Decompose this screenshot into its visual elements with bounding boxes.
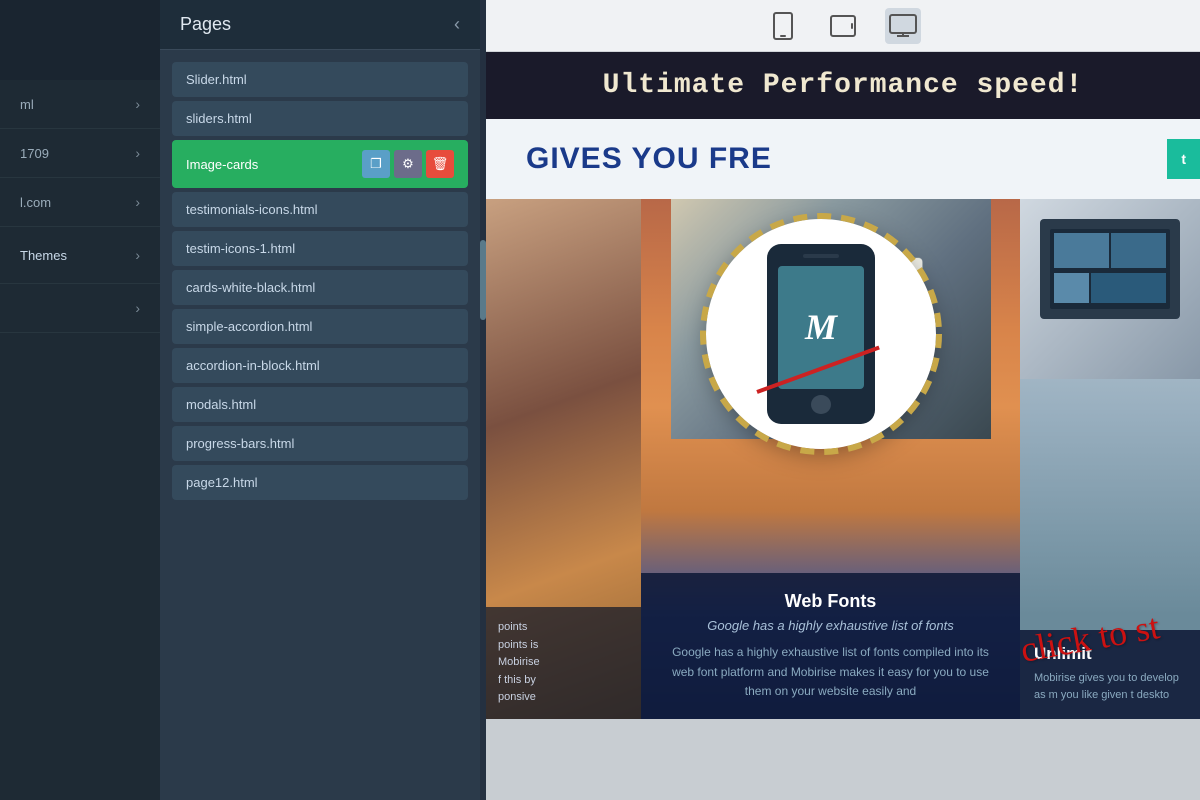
sidebar-item-1[interactable]: ml ›: [0, 80, 160, 129]
phone-overlay: M: [706, 219, 936, 449]
center-card-subtitle: Google has a highly exhaustive list of f…: [661, 618, 1000, 633]
center-card-overlay: Web Fonts Google has a highly exhaustive…: [641, 573, 1020, 719]
chevron-right-icon-5: ›: [135, 300, 140, 316]
page-item-progress-bars-label: progress-bars.html: [186, 436, 294, 451]
center-card-title: Web Fonts: [661, 591, 1000, 612]
sidebar-item-3[interactable]: l.com ›: [0, 178, 160, 227]
page-item-modals-label: modals.html: [186, 397, 256, 412]
desktop-view-button[interactable]: [885, 8, 921, 44]
page-item-progress-bars[interactable]: progress-bars.html: [172, 426, 468, 461]
website-banner: Ultimate Performance speed!: [486, 52, 1200, 119]
page-item-slider[interactable]: Slider.html: [172, 62, 468, 97]
page-item-simple-accordion[interactable]: simple-accordion.html: [172, 309, 468, 344]
sidebar-item-2[interactable]: 1709 ›: [0, 129, 160, 178]
sidebar-item-themes[interactable]: Themes ›: [0, 227, 160, 284]
main-preview: Ultimate Performance speed! GIVES YOU FR…: [486, 0, 1200, 800]
phone-screen-label: M: [805, 306, 837, 348]
chevron-right-icon-1: ›: [135, 96, 140, 112]
sidebar-item-5[interactable]: ›: [0, 284, 160, 333]
preview-website: Ultimate Performance speed! GIVES YOU FR…: [486, 52, 1200, 800]
settings-page-button[interactable]: ⚙: [394, 150, 422, 178]
page-item-page12-label: page12.html: [186, 475, 258, 490]
page-item-image-cards-label: Image-cards: [186, 157, 258, 172]
page-item-testim-icons-1[interactable]: testim-icons-1.html: [172, 231, 468, 266]
pages-list: Slider.html sliders.html Image-cards ❐ ⚙…: [160, 50, 480, 800]
phone-home-button: [811, 395, 831, 414]
sidebar-item-2-label: 1709: [20, 146, 49, 161]
cards-row: points points is Mobirise f this by pons…: [486, 199, 1200, 719]
page-item-page12[interactable]: page12.html: [172, 465, 468, 500]
page-item-cards-white-black[interactable]: cards-white-black.html: [172, 270, 468, 305]
right-card-body: Mobirise gives you to develop as m you l…: [1034, 670, 1186, 705]
pages-close-button[interactable]: ‹: [454, 14, 460, 35]
delete-page-button[interactable]: 🗑: [426, 150, 454, 178]
left-sidebar: ml › 1709 › l.com › Themes › ›: [0, 0, 160, 800]
pages-title: Pages: [180, 14, 231, 35]
page-item-testimonials-icons[interactable]: testimonials-icons.html: [172, 192, 468, 227]
page-item-testimonials-icons-label: testimonials-icons.html: [186, 202, 318, 217]
page-item-sliders-label: sliders.html: [186, 111, 252, 126]
page-item-sliders[interactable]: sliders.html: [172, 101, 468, 136]
toolbar: [486, 0, 1200, 52]
teal-button[interactable]: t: [1167, 139, 1200, 179]
page-item-modals[interactable]: modals.html: [172, 387, 468, 422]
page-item-accordion-in-block-label: accordion-in-block.html: [186, 358, 320, 373]
page-item-accordion-in-block[interactable]: accordion-in-block.html: [172, 348, 468, 383]
sidebar-item-1-label: ml: [20, 97, 34, 112]
hero-title: GIVES YOU FRE: [526, 142, 772, 176]
preview-content: Ultimate Performance speed! GIVES YOU FR…: [486, 52, 1200, 800]
page-item-actions: ❐ ⚙ 🗑: [362, 150, 454, 178]
chevron-right-icon-4: ›: [135, 247, 140, 263]
phone-speaker: [803, 254, 839, 258]
page-item-image-cards[interactable]: Image-cards ❐ ⚙ 🗑: [172, 140, 468, 188]
left-card: points points is Mobirise f this by pons…: [486, 199, 641, 719]
tablet-view-button[interactable]: [825, 8, 861, 44]
mobile-view-button[interactable]: [765, 8, 801, 44]
copy-page-button[interactable]: ❐: [362, 150, 390, 178]
banner-text: Ultimate Performance speed!: [603, 70, 1084, 101]
chevron-right-icon-2: ›: [135, 145, 140, 161]
pages-header: Pages ‹: [160, 0, 480, 50]
pages-panel: Pages ‹ Slider.html sliders.html Image-c…: [160, 0, 480, 800]
page-item-slider-label: Slider.html: [186, 72, 247, 87]
phone-mockup: M: [767, 244, 875, 424]
page-item-simple-accordion-label: simple-accordion.html: [186, 319, 312, 334]
center-card-body: Google has a highly exhaustive list of f…: [661, 643, 1000, 701]
page-item-testim-icons-1-label: testim-icons-1.html: [186, 241, 295, 256]
sidebar-item-3-label: l.com: [20, 195, 51, 210]
left-card-subtext: points points is Mobirise f this by pons…: [498, 619, 629, 707]
page-item-cards-white-black-label: cards-white-black.html: [186, 280, 315, 295]
website-hero: GIVES YOU FRE t: [486, 119, 1200, 199]
themes-label: Themes: [20, 248, 67, 263]
chevron-right-icon-3: ›: [135, 194, 140, 210]
